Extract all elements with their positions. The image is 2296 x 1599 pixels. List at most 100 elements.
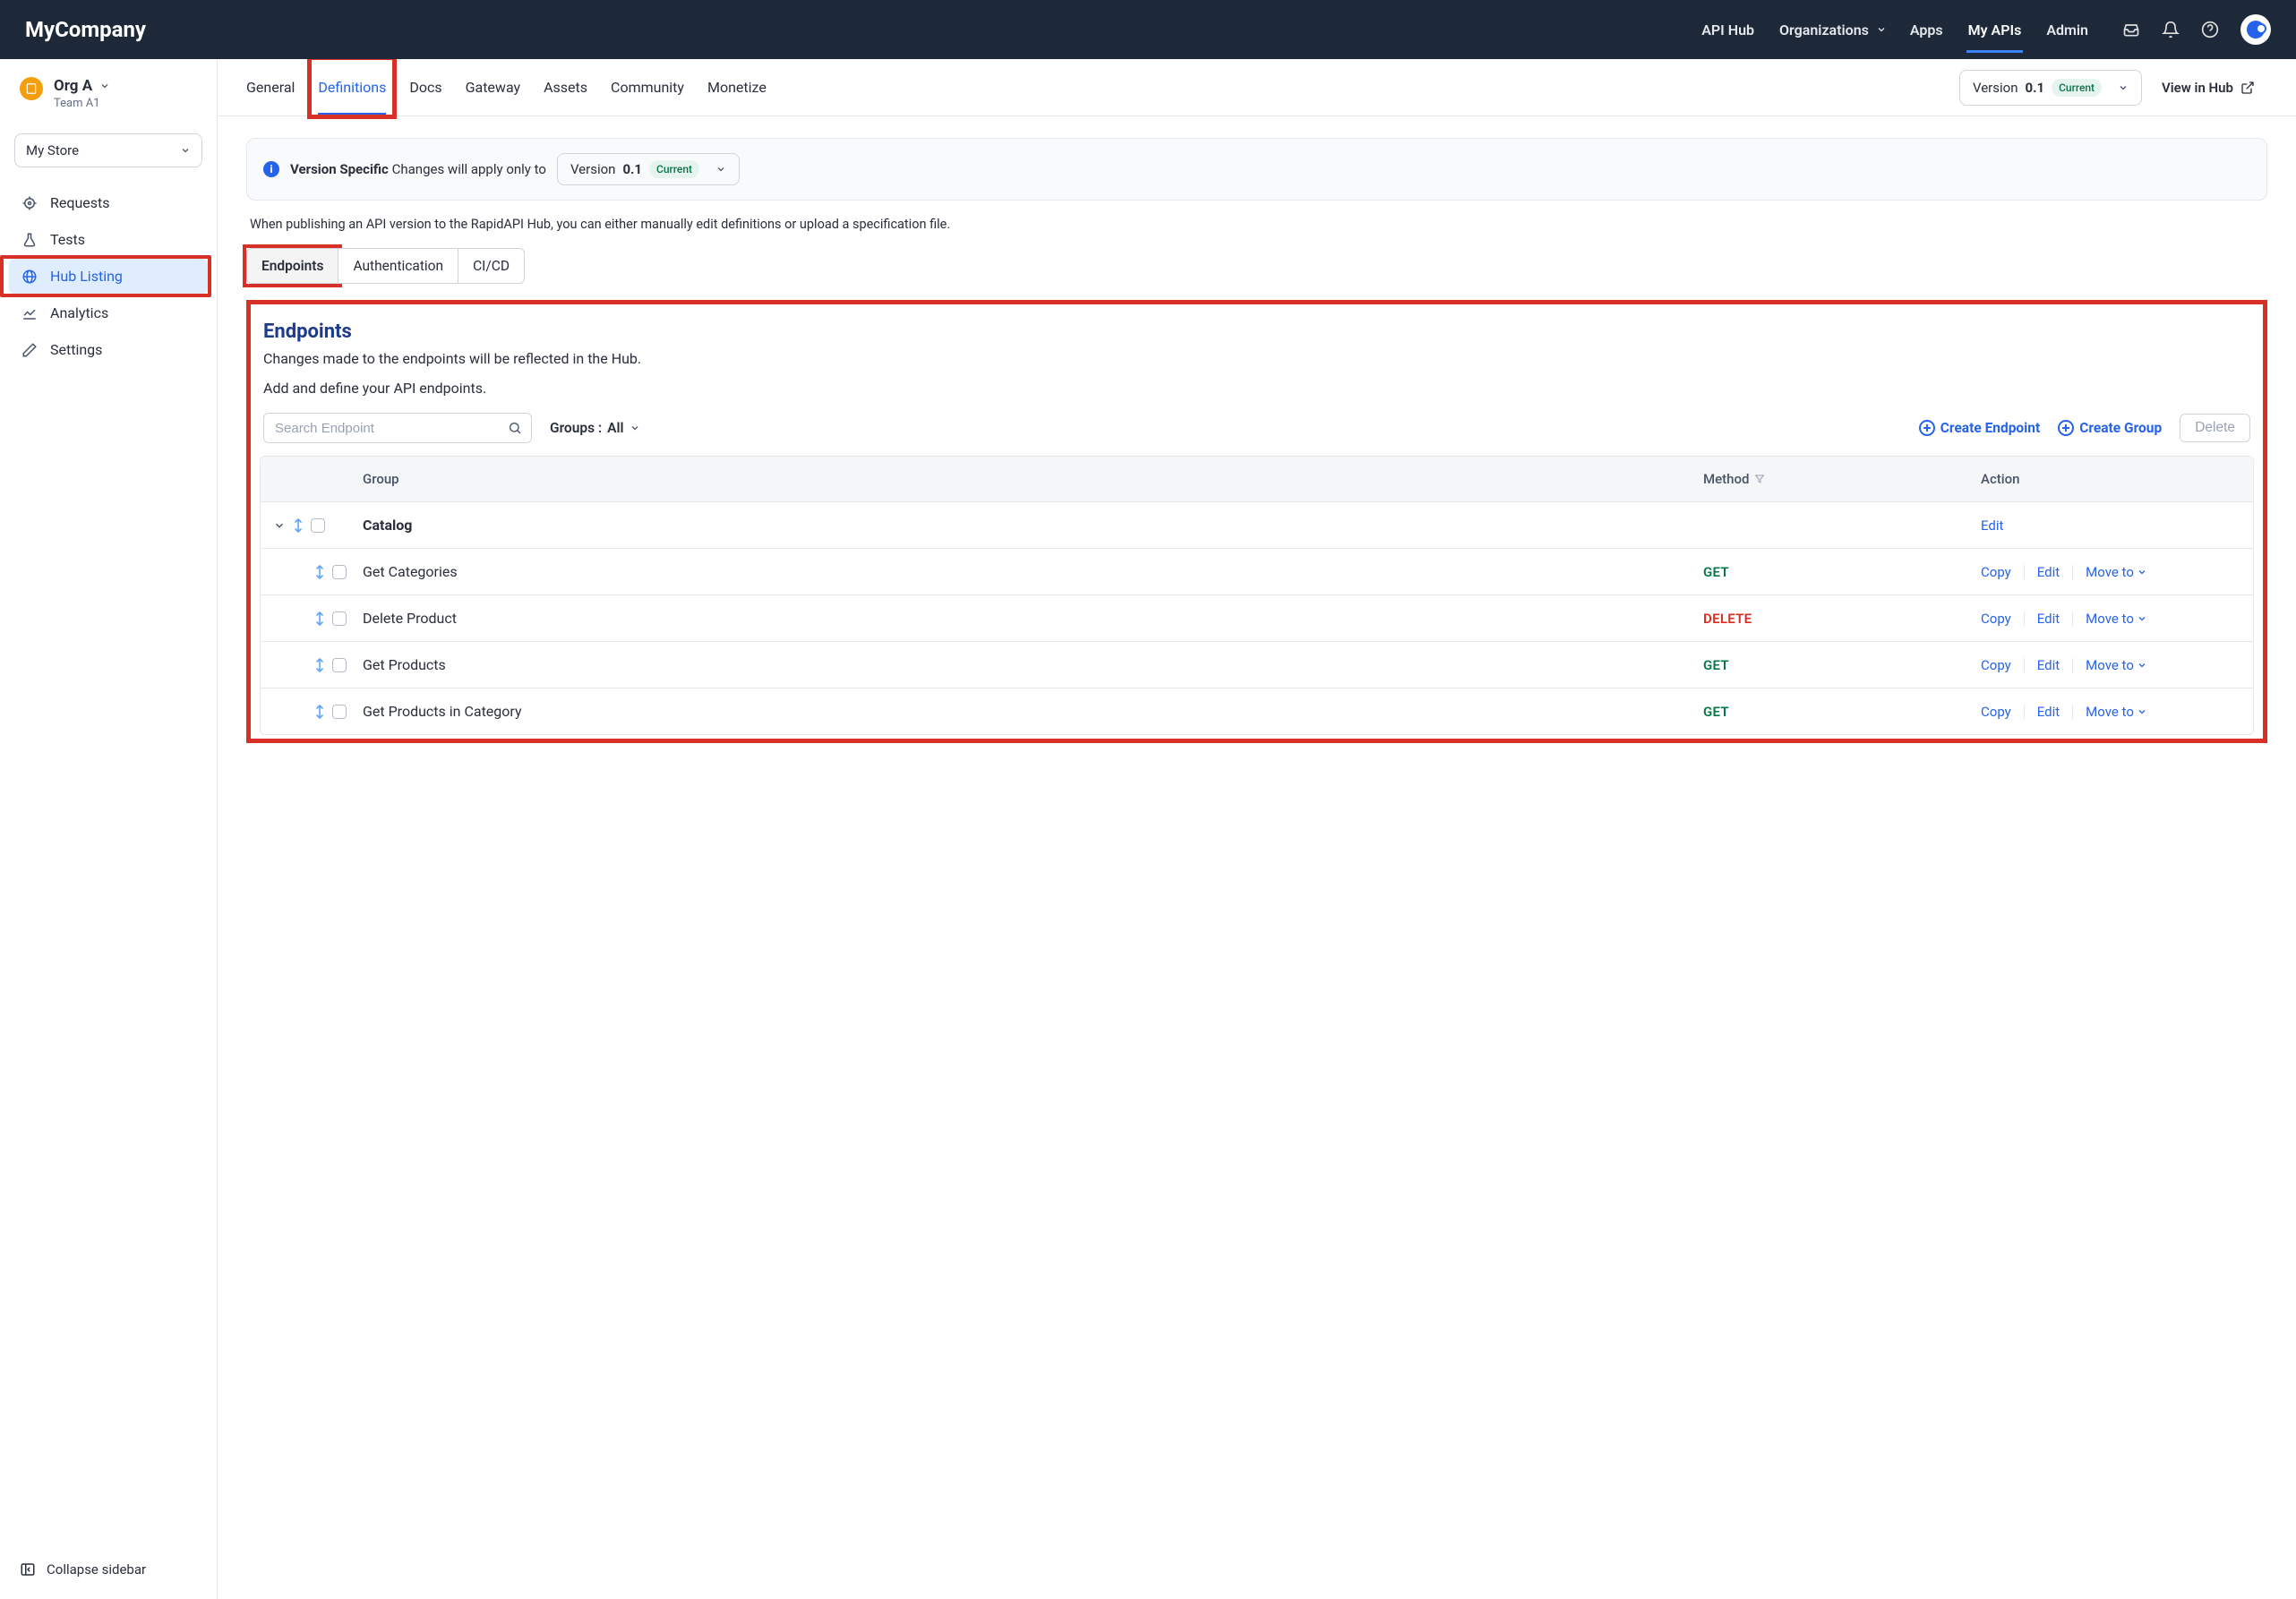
chevron-down-icon bbox=[180, 145, 191, 156]
sidebar-item-analytics[interactable]: Analytics bbox=[9, 295, 208, 330]
drag-handle-icon[interactable] bbox=[314, 705, 325, 719]
nav-apps[interactable]: Apps bbox=[1908, 16, 1945, 44]
version-select[interactable]: Version 0.1 Current bbox=[1959, 70, 2142, 106]
endpoint-method: GET bbox=[1703, 657, 1972, 673]
moveto-link[interactable]: Move to bbox=[2086, 657, 2147, 673]
row-checkbox[interactable] bbox=[332, 658, 347, 672]
col-method: Method bbox=[1703, 471, 1749, 487]
banner-version-label: Version bbox=[570, 161, 616, 177]
collapse-icon bbox=[20, 1561, 36, 1578]
inbox-icon[interactable] bbox=[2122, 21, 2140, 38]
subtab-cicd[interactable]: CI/CD bbox=[458, 248, 525, 284]
row-checkbox[interactable] bbox=[311, 518, 325, 533]
row-checkbox[interactable] bbox=[332, 565, 347, 579]
collapse-sidebar[interactable]: Collapse sidebar bbox=[0, 1547, 217, 1599]
delete-button[interactable]: Delete bbox=[2180, 414, 2250, 442]
definitions-description: When publishing an API version to the Ra… bbox=[250, 217, 2264, 232]
col-action: Action bbox=[1981, 471, 2240, 487]
copy-link[interactable]: Copy bbox=[1981, 657, 2011, 673]
banner-version-select[interactable]: Version 0.1 Current bbox=[557, 153, 740, 185]
groups-label: Groups : bbox=[550, 420, 602, 436]
banner-current-pill: Current bbox=[649, 160, 699, 178]
endpoint-name: Get Products bbox=[363, 656, 1694, 673]
edit-link[interactable]: Edit bbox=[2037, 564, 2060, 580]
drag-handle-icon[interactable] bbox=[293, 518, 304, 533]
banner-version-value: 0.1 bbox=[622, 161, 642, 177]
sidebar-item-label: Settings bbox=[50, 341, 102, 358]
pencil-icon bbox=[21, 342, 38, 358]
org-name: Org A bbox=[54, 77, 92, 95]
collapse-label: Collapse sidebar bbox=[47, 1561, 146, 1578]
endpoint-method: GET bbox=[1703, 564, 1972, 580]
search-input[interactable] bbox=[273, 420, 501, 437]
create-group-button[interactable]: Create Group bbox=[2058, 420, 2162, 436]
endpoints-title: Endpoints bbox=[263, 321, 2250, 343]
external-link-icon bbox=[2240, 81, 2255, 95]
chevron-down-icon bbox=[2137, 706, 2147, 717]
drag-handle-icon[interactable] bbox=[314, 565, 325, 579]
row-checkbox[interactable] bbox=[332, 705, 347, 719]
edit-link[interactable]: Edit bbox=[2037, 657, 2060, 673]
endpoint-method: DELETE bbox=[1703, 611, 1972, 627]
table-group-row: Catalog Edit bbox=[261, 501, 2253, 548]
nav-admin[interactable]: Admin bbox=[2044, 16, 2090, 44]
store-label: My Store bbox=[26, 142, 79, 158]
edit-link[interactable]: Edit bbox=[2037, 704, 2060, 720]
store-select[interactable]: My Store bbox=[14, 133, 202, 167]
search-endpoint[interactable] bbox=[263, 413, 532, 443]
tab-community[interactable]: Community bbox=[611, 61, 684, 114]
chevron-down-icon[interactable] bbox=[273, 519, 286, 532]
sidebar-item-settings[interactable]: Settings bbox=[9, 332, 208, 367]
filter-icon[interactable] bbox=[1754, 474, 1765, 484]
org-switcher[interactable]: Org A Team A1 bbox=[0, 73, 217, 123]
moveto-link[interactable]: Move to bbox=[2086, 611, 2147, 627]
nav-my-apis[interactable]: My APIs bbox=[1966, 16, 2024, 44]
chart-icon bbox=[21, 305, 38, 321]
bell-icon[interactable] bbox=[2162, 21, 2180, 38]
chevron-down-icon bbox=[2137, 613, 2147, 624]
help-icon[interactable] bbox=[2201, 21, 2219, 38]
create-endpoint-label: Create Endpoint bbox=[1940, 420, 2040, 436]
avatar[interactable] bbox=[2240, 14, 2271, 45]
moveto-link[interactable]: Move to bbox=[2086, 564, 2147, 580]
banner-rest: Changes will apply only to bbox=[392, 161, 546, 177]
sidebar-item-label: Requests bbox=[50, 194, 110, 211]
tab-assets[interactable]: Assets bbox=[544, 61, 587, 114]
subtab-endpoints[interactable]: Endpoints bbox=[246, 248, 338, 284]
edit-link[interactable]: Edit bbox=[2037, 611, 2060, 627]
drag-handle-icon[interactable] bbox=[314, 658, 325, 672]
endpoints-sub2: Add and define your API endpoints. bbox=[263, 380, 2250, 397]
subtab-authentication[interactable]: Authentication bbox=[338, 248, 458, 284]
tab-gateway[interactable]: Gateway bbox=[466, 61, 521, 114]
create-endpoint-button[interactable]: Create Endpoint bbox=[1919, 420, 2040, 436]
chevron-down-icon bbox=[2118, 82, 2129, 93]
sidebar-item-tests[interactable]: Tests bbox=[9, 222, 208, 257]
drag-handle-icon[interactable] bbox=[314, 611, 325, 626]
chevron-down-icon bbox=[715, 164, 726, 175]
tab-general[interactable]: General bbox=[246, 61, 295, 114]
sidebar-item-requests[interactable]: Requests bbox=[9, 185, 208, 220]
moveto-link[interactable]: Move to bbox=[2086, 704, 2147, 720]
tab-monetize[interactable]: Monetize bbox=[707, 61, 767, 114]
groups-filter[interactable]: Groups : All bbox=[550, 420, 640, 436]
copy-link[interactable]: Copy bbox=[1981, 564, 2011, 580]
create-group-label: Create Group bbox=[2079, 420, 2162, 436]
endpoint-name: Delete Product bbox=[363, 610, 1694, 627]
view-in-hub-link[interactable]: View in Hub bbox=[2149, 70, 2267, 106]
col-group: Group bbox=[363, 471, 1694, 487]
copy-link[interactable]: Copy bbox=[1981, 704, 2011, 720]
nav-organizations[interactable]: Organizations bbox=[1778, 16, 1871, 44]
version-label: Version bbox=[1973, 80, 2018, 96]
table-row: Get Categories GET Copy Edit Move to bbox=[261, 548, 2253, 594]
row-checkbox[interactable] bbox=[332, 611, 347, 626]
tab-docs[interactable]: Docs bbox=[409, 61, 441, 114]
tab-definitions[interactable]: Definitions bbox=[318, 61, 386, 114]
chevron-down-icon bbox=[630, 423, 640, 433]
org-team: Team A1 bbox=[54, 97, 110, 110]
copy-link[interactable]: Copy bbox=[1981, 611, 2011, 627]
chevron-down-icon bbox=[2137, 567, 2147, 577]
edit-link[interactable]: Edit bbox=[1981, 517, 2003, 534]
info-icon: i bbox=[263, 161, 279, 177]
sidebar-item-hub-listing[interactable]: Hub Listing bbox=[9, 259, 208, 294]
nav-api-hub[interactable]: API Hub bbox=[1700, 16, 1756, 44]
